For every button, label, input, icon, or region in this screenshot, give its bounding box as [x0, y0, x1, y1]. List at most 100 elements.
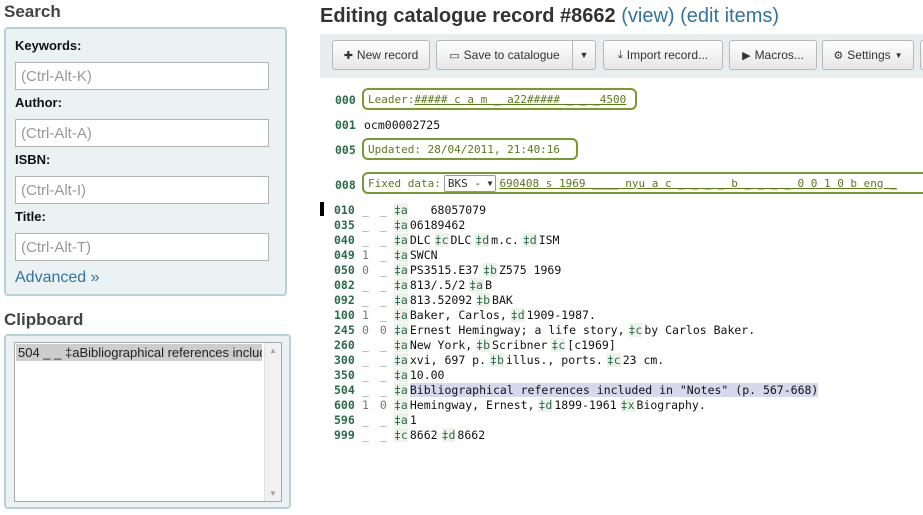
marc-field-row[interactable]: 049 1 _ ‡a SWCN [334, 247, 442, 262]
field-indicators[interactable]: 1 0 [362, 398, 394, 412]
field-001-value[interactable]: ocm00002725 [364, 118, 440, 132]
marc-field-row[interactable]: 600 1 0 ‡a Hemingway, Ernest, ‡d 1899-1961 ‡x B… [334, 397, 710, 412]
marc-field-row[interactable]: 010 _ _ ‡a 68057079 [334, 202, 490, 217]
page-title: Editing catalogue record #8662 (view) (e… [320, 5, 779, 28]
clipboard-scrollbar[interactable]: ▲ ▼ [264, 343, 281, 501]
marc-field-row[interactable]: 035 _ _ ‡a 06189462 [334, 217, 469, 232]
subfield-value[interactable]: m.c. [491, 233, 519, 247]
settings-label: Settings [847, 48, 891, 62]
field-tag: 600 [334, 397, 355, 412]
subfield-value[interactable]: 813.52092 [410, 293, 472, 307]
subfield-value[interactable]: 8662 [457, 428, 485, 442]
macros-button[interactable]: ▶ Macros... [729, 40, 817, 70]
save-dropdown-button[interactable]: ▼ [572, 40, 596, 70]
field-indicators[interactable]: _ _ [362, 278, 394, 292]
keywords-label: Keywords: [15, 38, 82, 53]
subfield-value[interactable]: illus., ports. [506, 353, 603, 367]
material-type-select[interactable]: BKS - ▼ [443, 174, 497, 192]
subfield-value[interactable]: 1899-1961 [554, 398, 616, 412]
edit-items-link[interactable]: (edit items) [680, 5, 779, 27]
marc-field-row[interactable]: 092 _ _ ‡a 813.52092 ‡b BAK [334, 292, 517, 307]
author-input[interactable] [15, 119, 269, 147]
subfield-value[interactable]: DLC [410, 233, 431, 247]
subfield-value[interactable]: xvi, 697 p. [410, 353, 486, 367]
subfield-value[interactable]: PS3515.E37 [410, 263, 479, 277]
field-indicators[interactable]: 0 _ [362, 263, 394, 277]
subfield-value[interactable]: Z575 1969 [499, 263, 561, 277]
subfield-code: ‡c [434, 232, 449, 247]
subfield-value[interactable]: by Carlos Baker. [644, 323, 755, 337]
marc-field-row[interactable]: 040 _ _ ‡a DLC ‡c DLC ‡d m.c. ‡d ISM [334, 232, 563, 247]
marc-field-row[interactable]: 260 _ _ ‡a New York, ‡b Scribner ‡c [c1969] [334, 337, 620, 352]
field-indicators[interactable]: 1 _ [362, 308, 394, 322]
field-indicators[interactable]: 1 _ [362, 248, 394, 262]
field-indicators[interactable]: _ _ [362, 233, 394, 247]
subfield-code: ‡d [510, 307, 525, 322]
subfield-value[interactable]: 8662 [410, 428, 438, 442]
marc-field-row[interactable]: 100 1 _ ‡a Baker, Carlos, ‡d 1909-1987. [334, 307, 600, 322]
field-indicators[interactable]: _ _ [362, 413, 394, 427]
field-indicators[interactable]: _ _ [362, 218, 394, 232]
subfield-value[interactable]: 06189462 [410, 218, 465, 232]
subfield-value[interactable]: New York, [410, 338, 472, 352]
field-indicators[interactable]: _ _ [362, 203, 394, 217]
marc-field-row[interactable]: 504 _ _ ‡a Bibliographical references inclu… [334, 382, 822, 397]
clipboard-item[interactable]: 504 _ _ ‡aBibliographical references inc… [16, 344, 262, 361]
subfield-value[interactable]: 10.00 [410, 368, 445, 382]
leader-field[interactable]: Leader: ##### c a m _ a22##### _ _ _4500 [362, 88, 637, 110]
subfield-value[interactable]: 23 cm. [623, 353, 665, 367]
marc-field-row[interactable]: 050 0 _ ‡a PS3515.E37 ‡b Z575 1969 [334, 262, 565, 277]
field-indicators[interactable]: 0 0 [362, 323, 394, 337]
field-indicators[interactable]: _ _ [362, 428, 394, 442]
scroll-down-icon[interactable]: ▼ [269, 489, 277, 498]
subfield-value[interactable]: 1 [410, 413, 417, 427]
field-indicators[interactable]: _ _ [362, 383, 394, 397]
save-button[interactable]: ▭ Save to catalogue [436, 40, 573, 70]
subfield-value[interactable]: 1909-1987. [527, 308, 596, 322]
clipboard-list[interactable]: 504 _ _ ‡aBibliographical references inc… [14, 342, 282, 502]
subfield-value[interactable]: Biography. [637, 398, 706, 412]
marc-field-row[interactable]: 245 0 0 ‡a Ernest Hemingway; a life story, ‡… [334, 322, 759, 337]
new-record-button[interactable]: ✚ New record [332, 40, 430, 70]
field-008[interactable]: Fixed data: BKS - ▼ 690408 s 1969 ____ n… [362, 172, 923, 194]
field-indicators[interactable]: _ _ [362, 368, 394, 382]
subfield-code: ‡c [551, 337, 566, 352]
field-indicators[interactable]: _ _ [362, 338, 394, 352]
subfield-value[interactable]: 68057079 [410, 203, 486, 217]
settings-button[interactable]: ⚙ Settings ▼ [822, 40, 914, 70]
view-link[interactable]: (view) [621, 5, 674, 27]
marc-field-row[interactable]: 350 _ _ ‡a 10.00 [334, 367, 448, 382]
field-indicators[interactable]: _ _ [362, 293, 394, 307]
title-input[interactable] [15, 233, 269, 261]
subfield-value[interactable]: DLC [451, 233, 472, 247]
subfield-value[interactable]: [c1969] [567, 338, 615, 352]
subfield-value[interactable]: 813/.5/2 [410, 278, 465, 292]
subfield-value[interactable]: ISM [539, 233, 560, 247]
subfield-value[interactable]: Scribner [492, 338, 547, 352]
subfield-value[interactable]: Bibliographical references included in "… [409, 382, 819, 397]
subfield-code: ‡a [394, 202, 408, 217]
subfield-value[interactable]: B [485, 278, 492, 292]
subfield-value[interactable]: Baker, Carlos, [410, 308, 507, 322]
caret-down-icon: ▼ [487, 178, 493, 188]
subfield-code: ‡a [394, 307, 408, 322]
subfield-value[interactable]: Ernest Hemingway; a life story, [410, 323, 625, 337]
subfield-code: ‡c [606, 352, 621, 367]
subfield-value[interactable]: BAK [492, 293, 513, 307]
keywords-input[interactable] [15, 62, 269, 90]
import-record-button[interactable]: ⤓ Import record... [603, 40, 723, 70]
subfield-value[interactable]: Hemingway, Ernest, [410, 398, 535, 412]
marc-field-row[interactable]: 082 _ _ ‡a 813/.5/2 ‡a B [334, 277, 496, 292]
subfield-code: ‡c [628, 322, 643, 337]
marc-field-row[interactable]: 300 _ _ ‡a xvi, 697 p. ‡b illus., ports. ‡c 23 … [334, 352, 668, 367]
field-tag: 999 [334, 427, 355, 442]
isbn-input[interactable] [15, 176, 269, 204]
subfield-value[interactable]: SWCN [410, 248, 438, 262]
marc-field-row[interactable]: 596 _ _ ‡a 1 [334, 412, 421, 427]
advanced-search-link[interactable]: Advanced » [15, 269, 100, 287]
marc-field-row[interactable]: 999 _ _ ‡c 8662 ‡d 8662 [334, 427, 489, 442]
material-type-value: BKS - [447, 176, 481, 190]
macros-label: Macros... [754, 48, 804, 62]
scroll-up-icon[interactable]: ▲ [269, 346, 277, 355]
field-indicators[interactable]: _ _ [362, 353, 394, 367]
